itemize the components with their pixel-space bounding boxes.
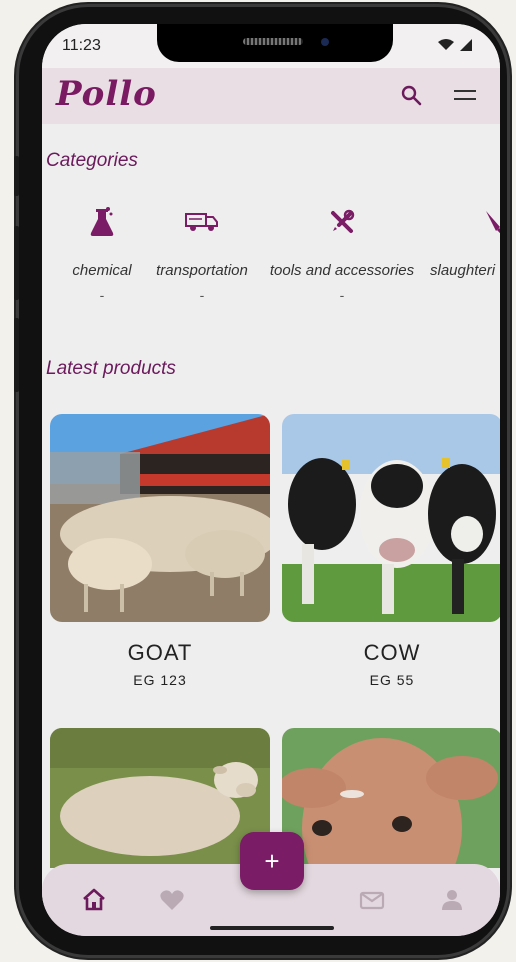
category-count: - [99, 287, 105, 303]
truck-icon [148, 204, 256, 240]
speaker-grille [243, 38, 303, 45]
product-name: COW [363, 640, 421, 665]
product-image[interactable] [50, 728, 270, 868]
home-indicator [210, 926, 334, 930]
favorites-icon[interactable] [158, 886, 186, 914]
logo-text: Pollo [56, 74, 157, 114]
category-label: tools and accessories [269, 262, 415, 279]
product-card-goat[interactable]: GOAT EG 123 [50, 414, 270, 688]
product-price: EG 55 [369, 672, 415, 688]
tools-icon [262, 204, 422, 240]
add-product-button[interactable]: + [240, 832, 304, 890]
category-tools[interactable]: tools and accessories - [262, 204, 422, 303]
category-chemical[interactable]: chemical - [62, 204, 142, 303]
product-price: EG 123 [133, 672, 187, 688]
categories-list[interactable]: chemical - transportation - tools and ac… [42, 204, 500, 344]
menu-icon[interactable] [454, 90, 476, 104]
category-transportation[interactable]: transportation - [148, 204, 256, 303]
knife-icon [430, 204, 500, 240]
product-image[interactable] [282, 728, 500, 868]
plus-icon: + [264, 845, 280, 876]
product-card-sheep[interactable] [50, 728, 270, 886]
category-label: chemical [72, 262, 132, 279]
category-count: - [339, 287, 345, 303]
messages-icon[interactable] [358, 886, 386, 914]
status-bar: 11:23 [42, 24, 500, 68]
category-slaughter[interactable]: slaughteri [430, 204, 500, 287]
camera-icon [321, 38, 329, 46]
app-logo[interactable]: Pollo [56, 74, 157, 114]
side-button [14, 156, 19, 196]
volume-up-button [14, 226, 19, 300]
volume-down-button [14, 318, 19, 392]
product-image[interactable] [282, 414, 500, 622]
latest-products-title: Latest products [46, 358, 176, 379]
product-card-calf[interactable] [282, 728, 500, 886]
category-label: transportation [156, 262, 248, 279]
category-label: slaughteri [430, 262, 496, 279]
flask-icon [62, 204, 142, 240]
screen: 11:23 Pollo Categories chemical - transp… [42, 24, 500, 936]
search-icon[interactable] [400, 84, 424, 108]
categories-title: Categories [46, 150, 138, 171]
product-card-cow[interactable]: COW EG 55 [282, 414, 500, 688]
status-time: 11:23 [62, 37, 101, 54]
product-image[interactable] [50, 414, 270, 622]
category-count: - [199, 287, 205, 303]
notch [157, 24, 393, 62]
profile-icon[interactable] [438, 886, 466, 914]
app-bar: Pollo [42, 68, 500, 124]
signal-wifi-icons [436, 38, 476, 55]
product-name: GOAT [127, 640, 193, 665]
home-icon[interactable] [80, 886, 108, 914]
